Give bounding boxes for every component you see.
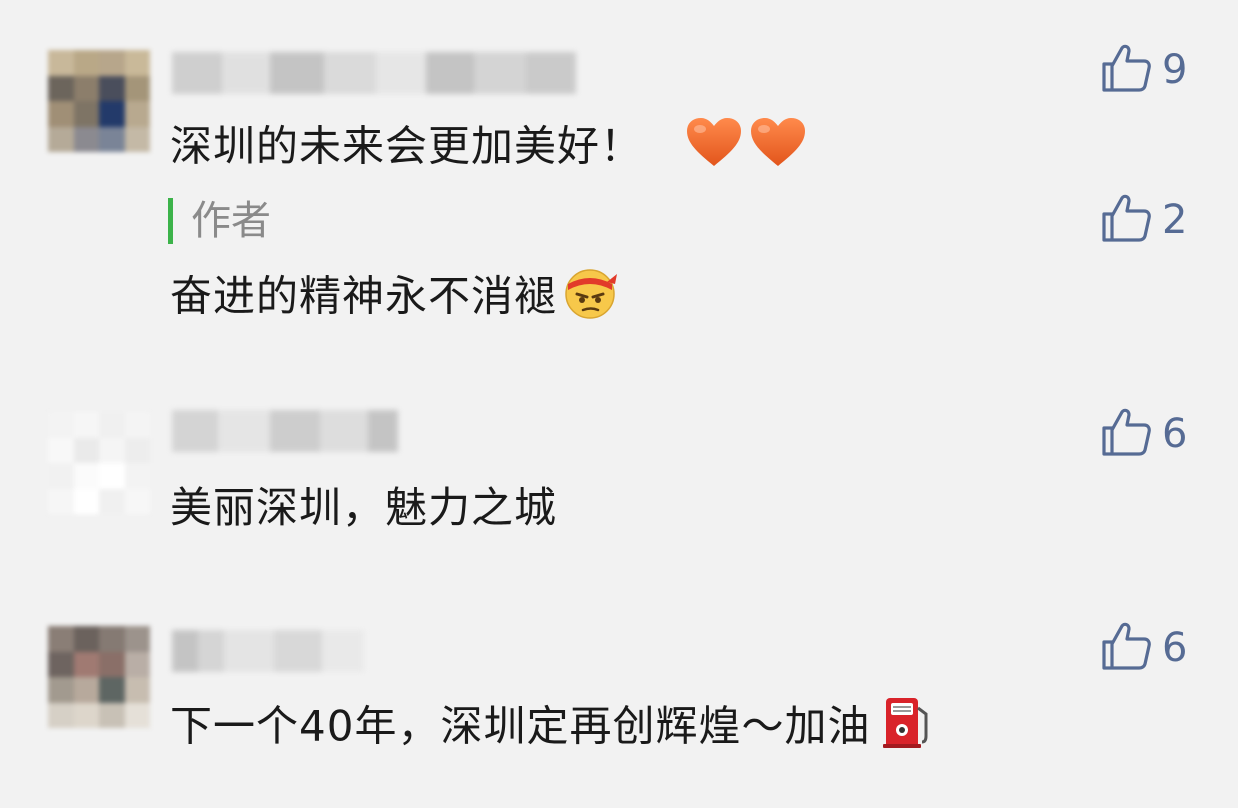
thumbs-up-icon: [1100, 42, 1152, 98]
comment-text-content: 下一个40年，深圳定再创辉煌～加油: [170, 701, 871, 751]
fuel-pump-icon: [880, 694, 934, 764]
heart-icon: [749, 116, 807, 182]
determined-face-icon: [561, 264, 619, 334]
reply-text-content: 奋进的精神永不消褪: [170, 271, 558, 321]
heart-icon: [685, 116, 743, 182]
like-count: 2: [1162, 197, 1188, 243]
thumbs-up-icon: [1100, 192, 1152, 248]
username-blurred[interactable]: [172, 52, 576, 94]
comment-text: 深圳的未来会更加美好！: [170, 116, 807, 182]
thumbs-up-icon: [1100, 406, 1152, 462]
reply-text: 奋进的精神永不消褪: [170, 264, 619, 334]
comment-text-content: 美丽深圳，魅力之城: [170, 483, 558, 532]
like-count: 9: [1162, 47, 1188, 93]
like-button[interactable]: 6: [1100, 408, 1187, 460]
avatar[interactable]: [48, 412, 150, 514]
comment-text: 下一个40年，深圳定再创辉煌～加油: [170, 694, 934, 764]
like-button[interactable]: 2: [1100, 194, 1187, 246]
comment-text: 美丽深圳，魅力之城: [170, 480, 557, 536]
like-button[interactable]: 9: [1100, 44, 1187, 96]
avatar[interactable]: [48, 50, 150, 152]
like-count: 6: [1162, 411, 1188, 457]
like-button[interactable]: 6: [1100, 622, 1187, 674]
thumbs-up-icon: [1100, 620, 1152, 676]
username-blurred[interactable]: [172, 410, 398, 452]
username-blurred[interactable]: [172, 630, 364, 672]
like-count: 6: [1162, 625, 1188, 671]
author-reply-label: 作者: [168, 198, 271, 244]
avatar[interactable]: [48, 626, 150, 728]
comment-text-content: 深圳的未来会更加美好！: [170, 121, 644, 171]
